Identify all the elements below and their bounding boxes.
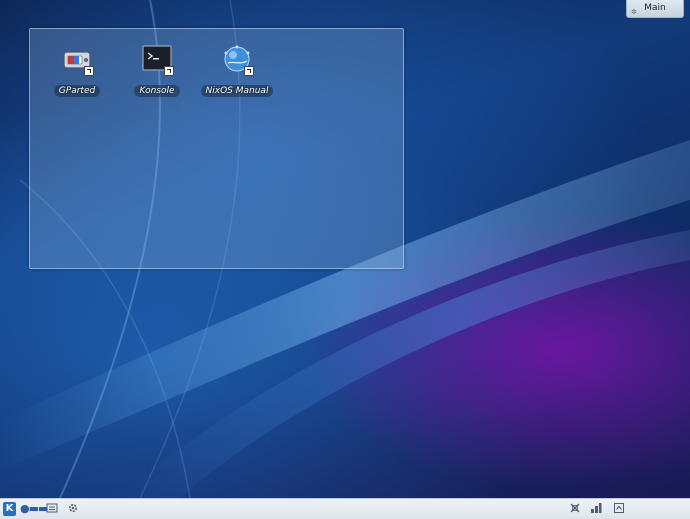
bottom-panel: K ●▬▬ [0, 498, 690, 519]
clipboard-icon[interactable] [568, 502, 582, 516]
desktop-icon-konsole[interactable]: Konsole [120, 44, 194, 97]
folder-view-widget[interactable]: GParted Konsole NixOS Manual [29, 28, 404, 269]
desktop[interactable]: GParted Konsole NixOS Manual ✲ Main [0, 0, 690, 498]
network-icon[interactable] [589, 502, 603, 516]
tray-expand-icon[interactable] [612, 502, 626, 516]
nixos-manual-icon [220, 44, 254, 76]
desktop-icon-gparted[interactable]: GParted [40, 44, 114, 97]
gparted-icon [60, 44, 94, 76]
activities-button[interactable]: ✲ Main [626, 0, 684, 18]
desktop-icon-nixos-manual[interactable]: NixOS Manual [200, 44, 274, 97]
virtual-desktop-pager[interactable]: ●▬▬ [20, 502, 48, 516]
konsole-icon [140, 44, 174, 76]
icon-label: GParted [53, 85, 101, 97]
icon-label: Konsole [134, 85, 180, 97]
kde-launcher-icon[interactable]: K [3, 502, 16, 516]
icon-label: NixOS Manual [200, 85, 274, 97]
task-manager-icon[interactable] [45, 502, 59, 516]
link-badge-icon [244, 66, 254, 76]
activities-icon: ✲ [631, 8, 637, 16]
settings-gear-icon[interactable] [66, 502, 80, 516]
link-badge-icon [84, 66, 94, 76]
activities-label: Main [644, 3, 666, 13]
link-badge-icon [164, 66, 174, 76]
